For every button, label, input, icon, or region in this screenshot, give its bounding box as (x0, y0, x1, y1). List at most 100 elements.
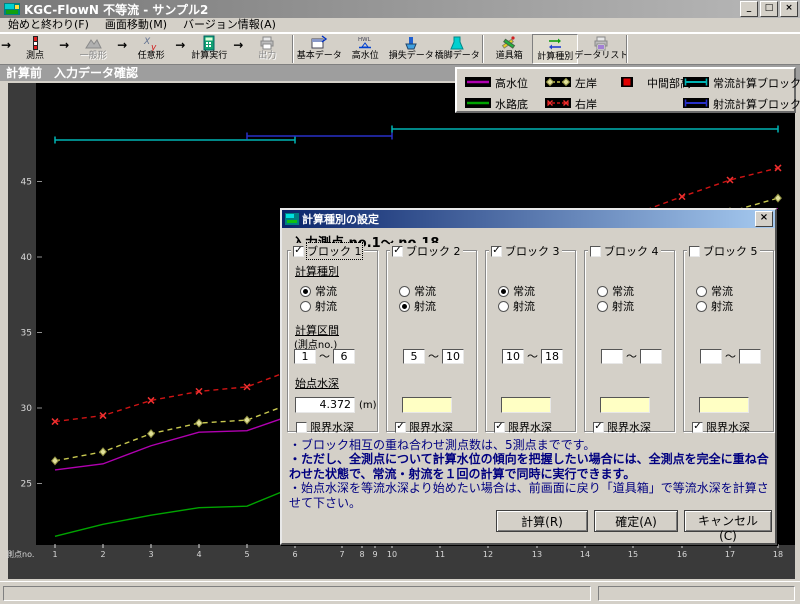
workspace: 計算前 入力データ確認 2530354045123456789101112131… (0, 65, 800, 581)
shooting-flow-radio[interactable] (300, 301, 311, 312)
block-header: ブロック 4 (588, 243, 661, 259)
x-tick-label: 10 (387, 550, 397, 559)
shooting-flow-radio[interactable] (399, 301, 410, 312)
svg-text:X: X (143, 37, 151, 47)
x-tick-label: 16 (677, 550, 687, 559)
steady-flow-radio[interactable] (597, 286, 608, 297)
toolbar-button-label: 橋脚データ (435, 51, 480, 62)
toolbar-button-label: 一般形 (80, 51, 107, 62)
toolbar-button-pier-data[interactable]: 橋脚データ (434, 34, 480, 64)
steady-flow-radio[interactable] (696, 286, 707, 297)
flow-option-label: 射流 (612, 298, 634, 314)
menu-item-2[interactable]: 画面移動(M) (97, 18, 175, 32)
block-enable-checkbox[interactable]: ✓ (293, 246, 304, 257)
range-to-input[interactable] (739, 349, 761, 364)
legend-item: 右岸 (545, 96, 597, 112)
dialog-body: 入力測点 no.1～ no.18 ✓ブロック 1計算種別常流射流計算区間(測点n… (282, 228, 775, 543)
toolbar-button-calc-type[interactable]: 計算種別 (532, 34, 578, 64)
critical-depth-row: ✓限界水深 (395, 419, 453, 435)
range-from-input[interactable]: 10 (502, 349, 524, 364)
shooting-flow-radio[interactable] (696, 301, 707, 312)
critical-depth-checkbox[interactable]: ✓ (494, 422, 505, 433)
range-to-input[interactable] (640, 349, 662, 364)
range-tilde: ～ (626, 348, 637, 364)
minimize-button[interactable]: _ (740, 1, 758, 17)
range-to-input[interactable]: 6 (333, 349, 355, 364)
toolbar-button-data-list[interactable]: データリスト (578, 34, 624, 64)
start-depth-input[interactable] (402, 397, 452, 413)
critical-depth-checkbox[interactable]: ✓ (395, 422, 406, 433)
start-depth-input[interactable] (600, 397, 650, 413)
flow-option-label: 常流 (414, 283, 436, 299)
range-from-input[interactable] (601, 349, 623, 364)
dialog-close-button[interactable]: × (755, 211, 773, 227)
menu-item-3[interactable]: バージョン情報(A) (175, 18, 284, 32)
critical-depth-label: 限界水深 (508, 419, 552, 435)
cancel-button[interactable]: キャンセル(C) (684, 510, 772, 532)
toolbar-button-label: データリスト (574, 51, 628, 62)
flow-option-row: 射流 (696, 298, 733, 314)
toolbar-separator (626, 35, 628, 63)
app-icon (4, 2, 20, 16)
critical-depth-checkbox[interactable] (296, 422, 307, 433)
block-enable-checkbox[interactable]: ✓ (491, 246, 502, 257)
start-depth-input[interactable]: 4.372 (295, 397, 355, 413)
menu-bar: 始めと終わり(F)画面移動(M)バージョン情報(A) (0, 18, 800, 33)
start-depth-input[interactable] (699, 397, 749, 413)
toolbar-separator (292, 35, 294, 63)
critical-depth-checkbox[interactable]: ✓ (593, 422, 604, 433)
legend-swatch-x (545, 98, 571, 111)
legend-swatch-block (683, 77, 709, 90)
toolbar-button-calculator[interactable]: 計算実行 (186, 34, 232, 64)
menu-item-1[interactable]: 始めと終わり(F) (0, 18, 97, 32)
calc-button[interactable]: 計算(R) (496, 510, 588, 532)
steady-flow-radio[interactable] (300, 286, 311, 297)
confirm-button[interactable]: 確定(A) (594, 510, 678, 532)
calc-type-dialog: 計算種別の設定 × 入力測点 no.1～ no.18 ✓ブロック 1計算種別常流… (280, 208, 777, 545)
depth-unit-label: (m) (359, 400, 377, 411)
block-enable-checkbox[interactable]: ✓ (392, 246, 403, 257)
toolbar-button-xy[interactable]: Xy任意形 (128, 34, 174, 64)
calculator-icon (200, 35, 218, 51)
toolbar-button-high-water[interactable]: HWL高水位 (342, 34, 388, 64)
legend-swatch-square (617, 77, 643, 90)
loss-data-icon (402, 35, 420, 51)
x-tick-label: 2 (100, 550, 105, 559)
x-tick-label: 18 (773, 550, 783, 559)
shooting-flow-radio[interactable] (597, 301, 608, 312)
toolbar-button-loss-data[interactable]: 損失データ (388, 34, 434, 64)
flow-arrow-icon: → (232, 38, 244, 52)
dialog-title: 計算種別の設定 (302, 211, 755, 227)
toolbar-button-basic-data[interactable]: 基本データ (296, 34, 342, 64)
range-from-input[interactable]: 5 (403, 349, 425, 364)
x-tick-label: 6 (292, 550, 297, 559)
note-line: ・ただし、全測点について計算水位の傾向を把握したい場合には、全測点を完全に重ね合… (289, 452, 772, 481)
start-depth-input[interactable] (501, 397, 551, 413)
range-to-input[interactable]: 18 (541, 349, 563, 364)
close-button[interactable]: × (780, 1, 798, 17)
flow-option-label: 射流 (414, 298, 436, 314)
steady-flow-radio[interactable] (498, 286, 509, 297)
critical-depth-row: ✓限界水深 (692, 419, 750, 435)
dialog-title-bar[interactable]: 計算種別の設定 × (282, 210, 775, 228)
toolbar-button-toolbox[interactable]: 道具箱 (486, 34, 532, 64)
flow-option-row: 常流 (300, 283, 337, 299)
steady-flow-radio[interactable] (399, 286, 410, 297)
title-bar[interactable]: KGC-FlowN 不等流 - サンプル2 _ □ × (0, 0, 800, 18)
range-from-input[interactable]: 1 (294, 349, 316, 364)
block-enable-checkbox[interactable] (590, 246, 601, 257)
range-inputs-row: 10～18 (502, 348, 563, 364)
shooting-flow-radio[interactable] (498, 301, 509, 312)
critical-depth-checkbox[interactable]: ✓ (692, 422, 703, 433)
legend-label: 左岸 (575, 75, 597, 91)
range-from-input[interactable] (700, 349, 722, 364)
toolbar-button-label: 損失データ (389, 51, 434, 62)
range-to-input[interactable]: 10 (442, 349, 464, 364)
maximize-button[interactable]: □ (760, 1, 778, 17)
legend-swatch-block (683, 98, 709, 111)
toolbar-button-gauge[interactable]: 測点 (12, 34, 58, 64)
critical-depth-label: 限界水深 (607, 419, 651, 435)
block-enable-checkbox[interactable] (689, 246, 700, 257)
x-tick-label: 14 (580, 550, 590, 559)
toolbar-button-label: 計算種別 (537, 52, 573, 63)
